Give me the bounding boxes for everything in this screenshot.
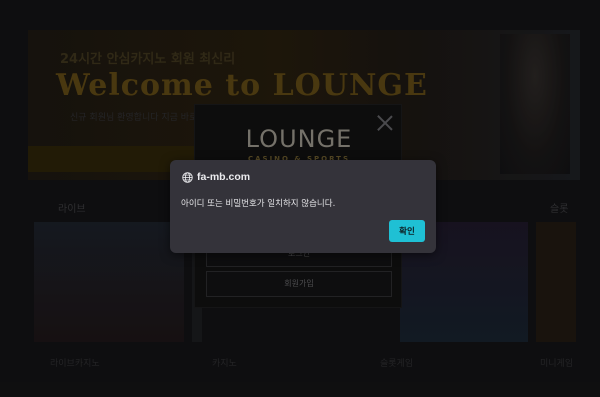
globe-icon [182, 171, 193, 183]
alert-message: 아이디 또는 비밀번호가 일치하지 않습니다. [181, 199, 336, 209]
alert-origin: fa-mb.com [182, 171, 250, 183]
ok-button[interactable]: 확인 [389, 220, 425, 242]
alert-origin-text: fa-mb.com [197, 171, 251, 183]
alert-dialog: fa-mb.com 아이디 또는 비밀번호가 일치하지 않습니다. 확인 [170, 160, 436, 253]
